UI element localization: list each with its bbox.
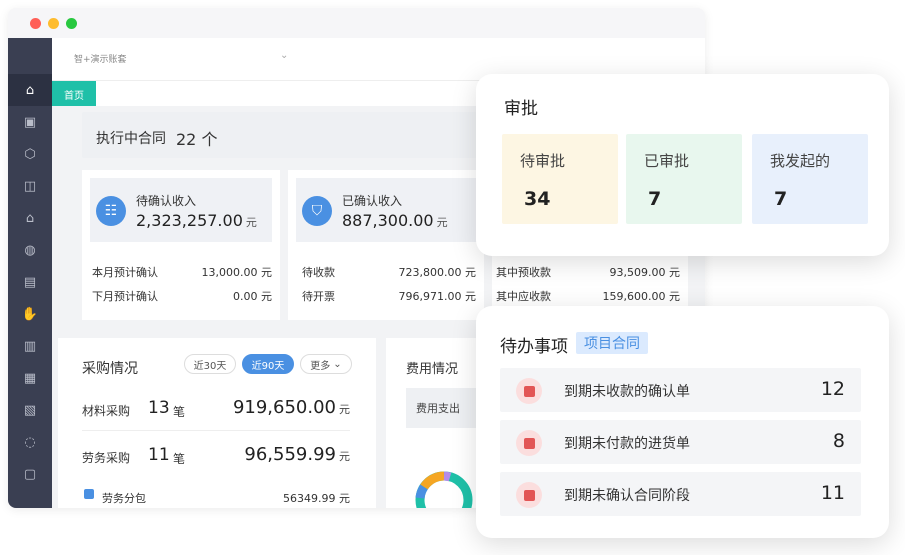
todo-item-label: 到期未收款的确认单 [564, 384, 690, 400]
expense-title: 费用情况 [406, 362, 459, 377]
hand-icon[interactable]: ✋ [20, 304, 40, 324]
filter-more-label: 更多 [310, 360, 331, 372]
gift-icon[interactable]: ▣ [20, 112, 40, 132]
hex-icon[interactable]: ⬡ [20, 144, 40, 164]
purchase-row-label: 劳务采购 [82, 451, 131, 465]
active-contracts-bar[interactable]: 执行中合同 22 个 [82, 112, 502, 158]
income-row-label: 下月预计确认 [92, 290, 158, 303]
approval-pending-tile[interactable]: 待审批 34 [502, 134, 618, 224]
income-row-value: 0.00 元 [233, 290, 272, 303]
cycle-icon[interactable]: ◌ [20, 432, 40, 452]
purchase-row-unit: 笔 [173, 405, 186, 419]
close-window-button[interactable] [30, 18, 41, 29]
purchase-row-count: 13 [148, 398, 170, 418]
approval-tile-label: 待审批 [520, 152, 566, 170]
expense-subtitle: 费用支出 [416, 402, 460, 415]
account-selector[interactable]: 智+演示账套 [74, 52, 127, 65]
filter-more-dropdown[interactable]: 更多 ⌄ [300, 354, 352, 374]
todo-item[interactable]: 到期未收款的确认单 12 [500, 368, 861, 412]
todo-item[interactable]: 到期未付款的进货单 8 [500, 420, 861, 464]
income-row-value: 159,600.00 元 [602, 290, 680, 303]
home-icon[interactable]: ⌂ [8, 74, 52, 106]
approval-popup: 审批 待审批 34 已审批 7 我发起的 7 [476, 74, 889, 256]
pending-income-summary[interactable]: ☷ 待确认收入 2,323,257.00 元 [90, 178, 272, 242]
approval-tile-value: 7 [774, 188, 788, 210]
clipboard-icon[interactable]: ▦ [20, 368, 40, 388]
legend-value: 56349.99 元 [283, 492, 350, 505]
checklist-icon: ☷ [96, 196, 126, 226]
bag-icon[interactable]: ◫ [20, 176, 40, 196]
todo-item-count: 12 [820, 378, 845, 400]
income-row-value: 13,000.00 元 [201, 266, 272, 279]
chat-icon[interactable]: ▢ [20, 464, 40, 484]
invoice-icon[interactable]: ▤ [20, 272, 40, 292]
income-row-value: 796,971.00 元 [398, 290, 476, 303]
todo-popup: 待办事项 项目合同 到期未收款的确认单 12 到期未付款的进货单 8 到期未确认… [476, 306, 889, 538]
purchase-row-amount: 96,559.99 元 [244, 444, 350, 465]
title-bar [8, 8, 705, 38]
chevron-down-icon[interactable]: ⌄ [280, 50, 288, 61]
income-row-value: 723,800.00 元 [398, 266, 476, 279]
tab-home[interactable]: 首页 [52, 81, 96, 107]
confirmed-income-summary[interactable]: ⛉ 已确认收入 887,300.00 元 [296, 178, 478, 242]
screenshot-root: ⌂ ▣ ⬡ ◫ ⌂ ◍ ▤ ✋ ▥ ▦ ▧ ◌ ▢ 智+演示账套 ⌄ 首页 执行… [0, 0, 905, 555]
active-contracts-count: 22 个 [176, 130, 218, 149]
purchase-row-label: 材料采购 [82, 404, 131, 418]
todo-item-count: 11 [820, 482, 845, 504]
maximize-window-button[interactable] [66, 18, 77, 29]
income-row-value: 93,509.00 元 [609, 266, 680, 279]
pending-income-amount: 2,323,257.00 元 [136, 211, 257, 230]
approval-tile-label: 已审批 [644, 152, 690, 170]
approval-tile-value: 34 [524, 188, 551, 210]
approval-tile-value: 7 [648, 188, 662, 210]
clipboard-alert-icon [516, 482, 542, 508]
approval-initiated-tile[interactable]: 我发起的 7 [752, 134, 868, 224]
todo-title: 待办事项 [500, 337, 568, 357]
purchase-panel: 采购情况 近30天 近90天 更多 ⌄ 材料采购 13 笔 919,650.00 元… [58, 338, 376, 508]
confirmed-income-title: 已确认收入 [342, 194, 403, 208]
approval-title: 审批 [504, 99, 538, 119]
todo-item[interactable]: 到期未确认合同阶段 11 [500, 472, 861, 516]
todo-item-label: 到期未付款的进货单 [564, 436, 690, 452]
active-contracts-label: 执行中合同 [96, 131, 166, 147]
approval-approved-tile[interactable]: 已审批 7 [626, 134, 742, 224]
pending-income-title: 待确认收入 [136, 194, 197, 208]
expense-donut-chart [415, 471, 473, 508]
house-icon[interactable]: ⌂ [20, 208, 40, 228]
purchase-row-unit: 笔 [173, 452, 186, 466]
shield-check-icon: ⛉ [302, 196, 332, 226]
purchase-row-count: 11 [148, 445, 170, 465]
money-bag-icon[interactable]: ◍ [20, 240, 40, 260]
filter-90-days[interactable]: 近90天 [242, 354, 294, 374]
todo-item-label: 到期未确认合同阶段 [564, 488, 690, 504]
divider [82, 430, 350, 431]
approval-tile-label: 我发起的 [770, 152, 831, 170]
income-row-label: 本月预计确认 [92, 266, 158, 279]
document-icon[interactable]: ▥ [20, 336, 40, 356]
bag-alert-icon [516, 378, 542, 404]
pending-income-card: ☷ 待确认收入 2,323,257.00 元 本月预计确认 13,000.00 元… [82, 170, 280, 320]
income-row-label: 待开票 [302, 290, 335, 303]
purchase-title: 采购情况 [82, 361, 138, 377]
chevron-down-icon: ⌄ [333, 358, 342, 370]
income-row-label: 其中应收款 [496, 290, 551, 303]
todo-tag[interactable]: 项目合同 [576, 332, 648, 354]
filter-30-days[interactable]: 近30天 [184, 354, 236, 374]
purchase-row-amount: 919,650.00 元 [232, 397, 350, 418]
confirmed-income-amount: 887,300.00 元 [342, 211, 448, 230]
confirmed-income-card: ⛉ 已确认收入 887,300.00 元 待收款 723,800.00 元 待开票… [288, 170, 484, 320]
legend-label: 劳务分包 [102, 492, 146, 505]
income-row-label: 其中预收款 [496, 266, 551, 279]
legend-swatch [84, 489, 94, 499]
minimize-window-button[interactable] [48, 18, 59, 29]
todo-item-count: 8 [832, 430, 845, 452]
income-row-label: 待收款 [302, 266, 335, 279]
report-icon[interactable]: ▧ [20, 400, 40, 420]
sidebar: ⌂ ▣ ⬡ ◫ ⌂ ◍ ▤ ✋ ▥ ▦ ▧ ◌ ▢ [8, 38, 52, 508]
bag-alert-icon [516, 430, 542, 456]
